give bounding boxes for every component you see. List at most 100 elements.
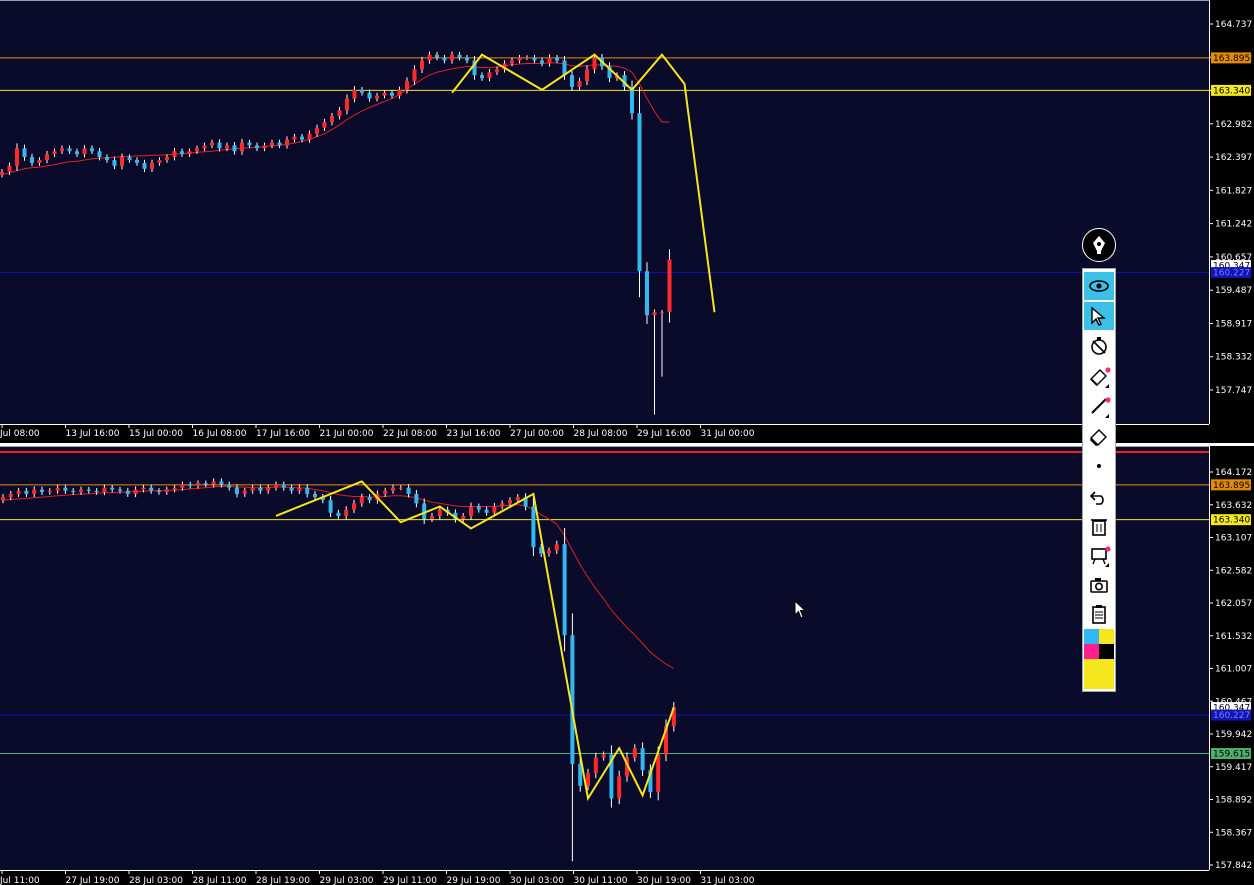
eye-tool-button[interactable] <box>1084 272 1114 300</box>
x-tick-label: 22 Jul 08:00 <box>383 429 437 439</box>
bottom-price-chart[interactable]: 164.172 163.632 163.107 162.582 162.057 161.5… <box>0 446 1254 885</box>
candle-body <box>247 142 252 146</box>
clipboard-tool-button[interactable] <box>1084 600 1114 628</box>
board-tool-button[interactable] <box>1084 541 1114 569</box>
candle-body <box>202 145 207 149</box>
eraser-tool-button[interactable] <box>1084 362 1114 390</box>
camera-tool-button[interactable] <box>1084 571 1114 599</box>
candle-body <box>227 484 232 488</box>
candle-body <box>352 503 356 510</box>
candle-body <box>211 481 216 485</box>
candle-body <box>157 160 162 163</box>
candle-body <box>313 493 317 498</box>
candle-body <box>289 487 294 491</box>
x-tick-label: 17 Jul 16:00 <box>256 429 310 439</box>
candle-body <box>32 489 37 494</box>
candle-body <box>352 89 357 99</box>
rubber-icon <box>1090 429 1107 446</box>
candle <box>562 528 567 652</box>
candle-body <box>47 490 52 493</box>
board-icon <box>1091 546 1111 567</box>
candle-body <box>457 54 462 58</box>
color-swatch[interactable] <box>1084 659 1099 689</box>
candle-body <box>22 148 27 158</box>
eye-icon <box>1089 280 1109 292</box>
arrow-cursor-icon <box>1091 306 1106 326</box>
y-tick-label: 162.982 <box>1215 120 1252 130</box>
dot-brush-tool-button[interactable] <box>1084 452 1114 480</box>
candle-body <box>120 157 124 166</box>
y-tick-label: 164.172 <box>1215 468 1252 478</box>
line-tool-tool-button[interactable] <box>1084 392 1114 420</box>
candle-body <box>586 773 590 786</box>
y-tick-label: 163.632 <box>1215 501 1252 511</box>
price-tag-label: 160.227 <box>1213 269 1250 279</box>
candle-body <box>593 757 598 774</box>
candle-body <box>510 60 514 64</box>
color-swatch[interactable] <box>1099 629 1114 644</box>
color-swatch[interactable] <box>1099 659 1114 689</box>
drawing-toolbar <box>1082 268 1116 692</box>
candle-body <box>7 165 12 172</box>
price-tag-blue: 160.227 <box>1211 267 1251 279</box>
rubber-tool-button[interactable] <box>1084 422 1114 450</box>
candle-body <box>637 113 642 272</box>
candle-body <box>375 95 379 99</box>
eraser-icon <box>1090 367 1111 388</box>
candle <box>637 87 642 298</box>
candle-body <box>150 162 154 169</box>
candle-body <box>398 487 403 489</box>
x-tick-label: 28 Jul 19:00 <box>256 876 310 885</box>
candle-body <box>45 154 49 161</box>
trash-tool-button[interactable] <box>1084 512 1114 540</box>
candle-body <box>258 487 263 491</box>
arrow-cursor-tool-button[interactable] <box>1084 302 1114 330</box>
no-touch-icon <box>1091 337 1107 355</box>
candle-body <box>232 145 237 152</box>
x-tick-label: 27 Jul 00:00 <box>510 429 564 439</box>
candle-body <box>127 157 132 161</box>
candle-body <box>500 503 505 507</box>
candle-body <box>188 484 193 486</box>
candle-body <box>382 92 387 96</box>
bottom-chart-pane[interactable]: 164.172 163.632 163.107 162.582 162.057 161.5… <box>0 446 1254 885</box>
candle-body <box>112 160 117 166</box>
x-tick-label: 29 Jul 11:00 <box>383 876 437 885</box>
candle-body <box>217 142 222 149</box>
candle-body <box>305 487 310 494</box>
candle-body <box>297 487 302 491</box>
top-chart-pane[interactable]: 164.737164.152163.567162.982162.397161.8… <box>0 0 1254 443</box>
candle-body <box>0 171 4 175</box>
color-swatch[interactable] <box>1099 644 1114 659</box>
candle-body <box>1 497 5 501</box>
candle-body <box>235 487 239 494</box>
candle-body <box>196 483 200 486</box>
candle-body <box>532 57 537 61</box>
y-tick-label: 161.007 <box>1215 665 1252 675</box>
color-swatch[interactable] <box>1084 629 1099 644</box>
top-price-chart[interactable]: 164.737164.152163.567162.982162.397161.8… <box>0 0 1254 443</box>
no-touch-tool-button[interactable] <box>1084 332 1114 360</box>
candle-body <box>508 500 512 504</box>
candle-body <box>8 493 13 498</box>
candle-body <box>667 259 672 313</box>
candle-body <box>345 98 349 111</box>
candle-body <box>420 60 424 70</box>
drawing-toolbar-logo[interactable] <box>1082 228 1116 262</box>
candle-body <box>397 89 402 96</box>
candle-body <box>37 160 42 163</box>
y-tick-label: 161.532 <box>1215 632 1252 642</box>
color-swatch[interactable] <box>1084 644 1099 659</box>
undo-tool-button[interactable] <box>1084 482 1114 510</box>
candle-body <box>585 69 589 82</box>
x-tick-label: 28 Jul 11:00 <box>193 876 247 885</box>
x-tick-label: 31 Jul 00:00 <box>701 429 755 439</box>
x-tick-label: 29 Jul 03:00 <box>320 876 374 885</box>
candle-body <box>336 512 341 516</box>
candle-body <box>225 145 229 149</box>
candle-body <box>515 497 520 501</box>
candle-body <box>359 497 364 504</box>
dot-brush-icon <box>1097 464 1101 468</box>
y-tick-label: 162.397 <box>1215 153 1252 163</box>
candle-body <box>255 145 259 149</box>
